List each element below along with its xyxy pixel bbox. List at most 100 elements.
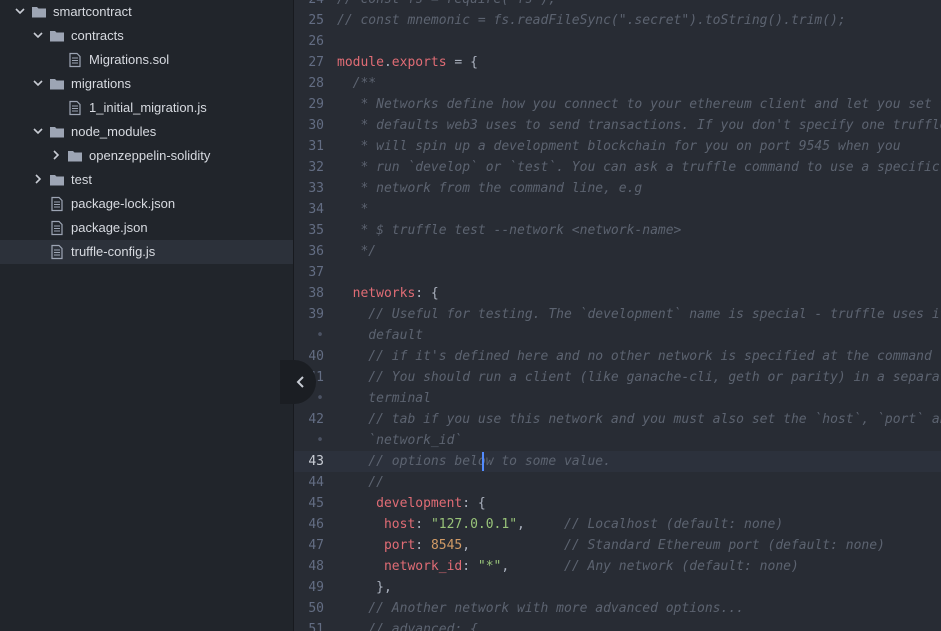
line-number: 37 [308,265,324,280]
code-token: , [462,538,564,553]
code-line[interactable]: 49 }, [294,577,941,598]
code-text: port: 8545, // Standard Ethereum port (d… [337,535,885,556]
code-text: */ [337,241,376,262]
file-icon [51,244,63,260]
code-token: `network_id` [337,433,463,448]
code-line[interactable]: 31 * will spin up a development blockcha… [294,136,941,157]
code-line[interactable]: • default [294,325,941,346]
code-token: . [383,55,392,70]
chevron-down-icon[interactable] [32,77,44,89]
code-token: * $ truffle test --network <network-name… [337,223,682,238]
code-line[interactable]: 44 // [294,472,941,493]
code-line[interactable]: • `network_id` [294,430,941,451]
code-line[interactable]: 39 // Useful for testing. The `developme… [294,304,941,325]
code-line[interactable]: 29 * Networks define how you connect to … [294,94,941,115]
code-token: , [501,559,565,574]
code-token: // You should run a client (like ganache… [337,370,941,385]
code-line[interactable]: 41 // You should run a client (like gana… [294,367,941,388]
code-line[interactable]: 35 * $ truffle test --network <network-n… [294,220,941,241]
code-text: network_id: "*", // Any network (default… [337,556,799,577]
line-number: 50 [308,601,324,616]
code-token: // Any network (default: none) [564,559,799,574]
code-token: module [337,55,384,70]
line-number: 44 [308,475,324,490]
tree-folder[interactable]: migrations [0,72,293,96]
folder-icon [50,175,64,186]
code-token: // Useful for testing. The `development`… [337,307,941,322]
chevron-right-icon[interactable] [50,149,62,161]
chevron-down-icon[interactable] [14,5,26,17]
code-line[interactable]: 40 // if it's defined here and no other … [294,346,941,367]
chevron-down-icon[interactable] [32,29,44,41]
tree-file[interactable]: truffle-config.js [0,240,293,264]
line-number: 28 [308,76,324,91]
tree-folder[interactable]: contracts [0,24,293,48]
code-line[interactable]: 45 development: { [294,493,941,514]
code-line[interactable]: 30 * defaults web3 uses to send transact… [294,115,941,136]
tree-item-label: Migrations.sol [89,52,170,67]
code-text: // advanced: { [337,619,478,631]
code-line[interactable]: 36 */ [294,241,941,262]
code-line[interactable]: 43 // options below to some value. [294,451,941,472]
line-number: 32 [308,160,324,175]
code-text: host: "127.0.0.1", // Localhost (default… [337,514,783,535]
tree-file[interactable]: Migrations.sol [0,48,293,72]
line-number: 36 [308,244,324,259]
tree-folder[interactable]: node_modules [0,120,293,144]
code-line[interactable]: 24 // const fs = require('fs'); [294,0,941,10]
code-line[interactable]: 27 module.exports = { [294,52,941,73]
code-text: networks: { [337,283,439,304]
code-line[interactable]: 38 networks: { [294,283,941,304]
code-line[interactable]: 42 // tab if you use this network and yo… [294,409,941,430]
tree-folder[interactable]: smartcontract [0,0,293,24]
tree-file[interactable]: package.json [0,216,293,240]
code-token: // const fs = require('fs'); [337,0,556,7]
code-text: development: { [337,493,486,514]
tree-item-label: package-lock.json [71,196,176,211]
code-line[interactable]: 51 // advanced: { [294,619,941,631]
code-text: // if it's defined here and no other net… [337,346,941,367]
code-line[interactable]: • terminal [294,388,941,409]
line-number: 47 [308,538,324,553]
file-icon [69,52,81,68]
chevron-down-icon[interactable] [32,125,44,137]
line-number: 45 [308,496,324,511]
code-line[interactable]: 33 * network from the command line, e.g [294,178,941,199]
code-text: terminal [337,388,431,409]
code-line[interactable]: 26 [294,31,941,52]
code-line[interactable]: 47 port: 8545, // Standard Ethereum port… [294,535,941,556]
tree-item-label: package.json [71,220,148,235]
code-text: // const mnemonic = fs.readFileSync(".se… [337,10,846,31]
file-icon [51,220,63,236]
code-line[interactable]: 46 host: "127.0.0.1", // Localhost (defa… [294,514,941,535]
code-line[interactable]: 50 // Another network with more advanced… [294,598,941,619]
code-line[interactable]: 25 // const mnemonic = fs.readFileSync(".… [294,10,941,31]
code-token: // Localhost (default: none) [564,517,784,532]
code-text: // const fs = require('fs'); [337,0,556,10]
code-token: * network from the command line, e.g [337,181,643,196]
tree-file[interactable]: package-lock.json [0,192,293,216]
tree-item-label: test [71,172,92,187]
line-number: 42 [308,412,324,427]
tree-file[interactable]: 1_initial_migration.js [0,96,293,120]
tree-folder[interactable]: openzeppelin-solidity [0,144,293,168]
code-token: // Another network with more advanced op… [337,601,744,616]
code-token: port [383,538,416,553]
tree-folder[interactable]: test [0,168,293,192]
code-line[interactable]: 37 [294,262,941,283]
code-token: : { [462,496,486,511]
line-number: 30 [308,118,324,133]
code-line[interactable]: 34 * [294,199,941,220]
line-number: 33 [308,181,324,196]
code-token: // const mnemonic = fs.readFileSync(".se… [337,13,846,28]
code-token: : [462,559,478,574]
folder-icon [50,79,64,90]
code-line[interactable]: 32 * run `develop` or `test`. You can as… [294,157,941,178]
code-line[interactable]: 48 network_id: "*", // Any network (defa… [294,556,941,577]
chevron-left-icon [296,376,304,388]
chevron-right-icon[interactable] [32,173,44,185]
code-editor[interactable]: 24 // const fs = require('fs'); 25 // const… [294,0,941,631]
code-line[interactable]: 28 /** [294,73,941,94]
